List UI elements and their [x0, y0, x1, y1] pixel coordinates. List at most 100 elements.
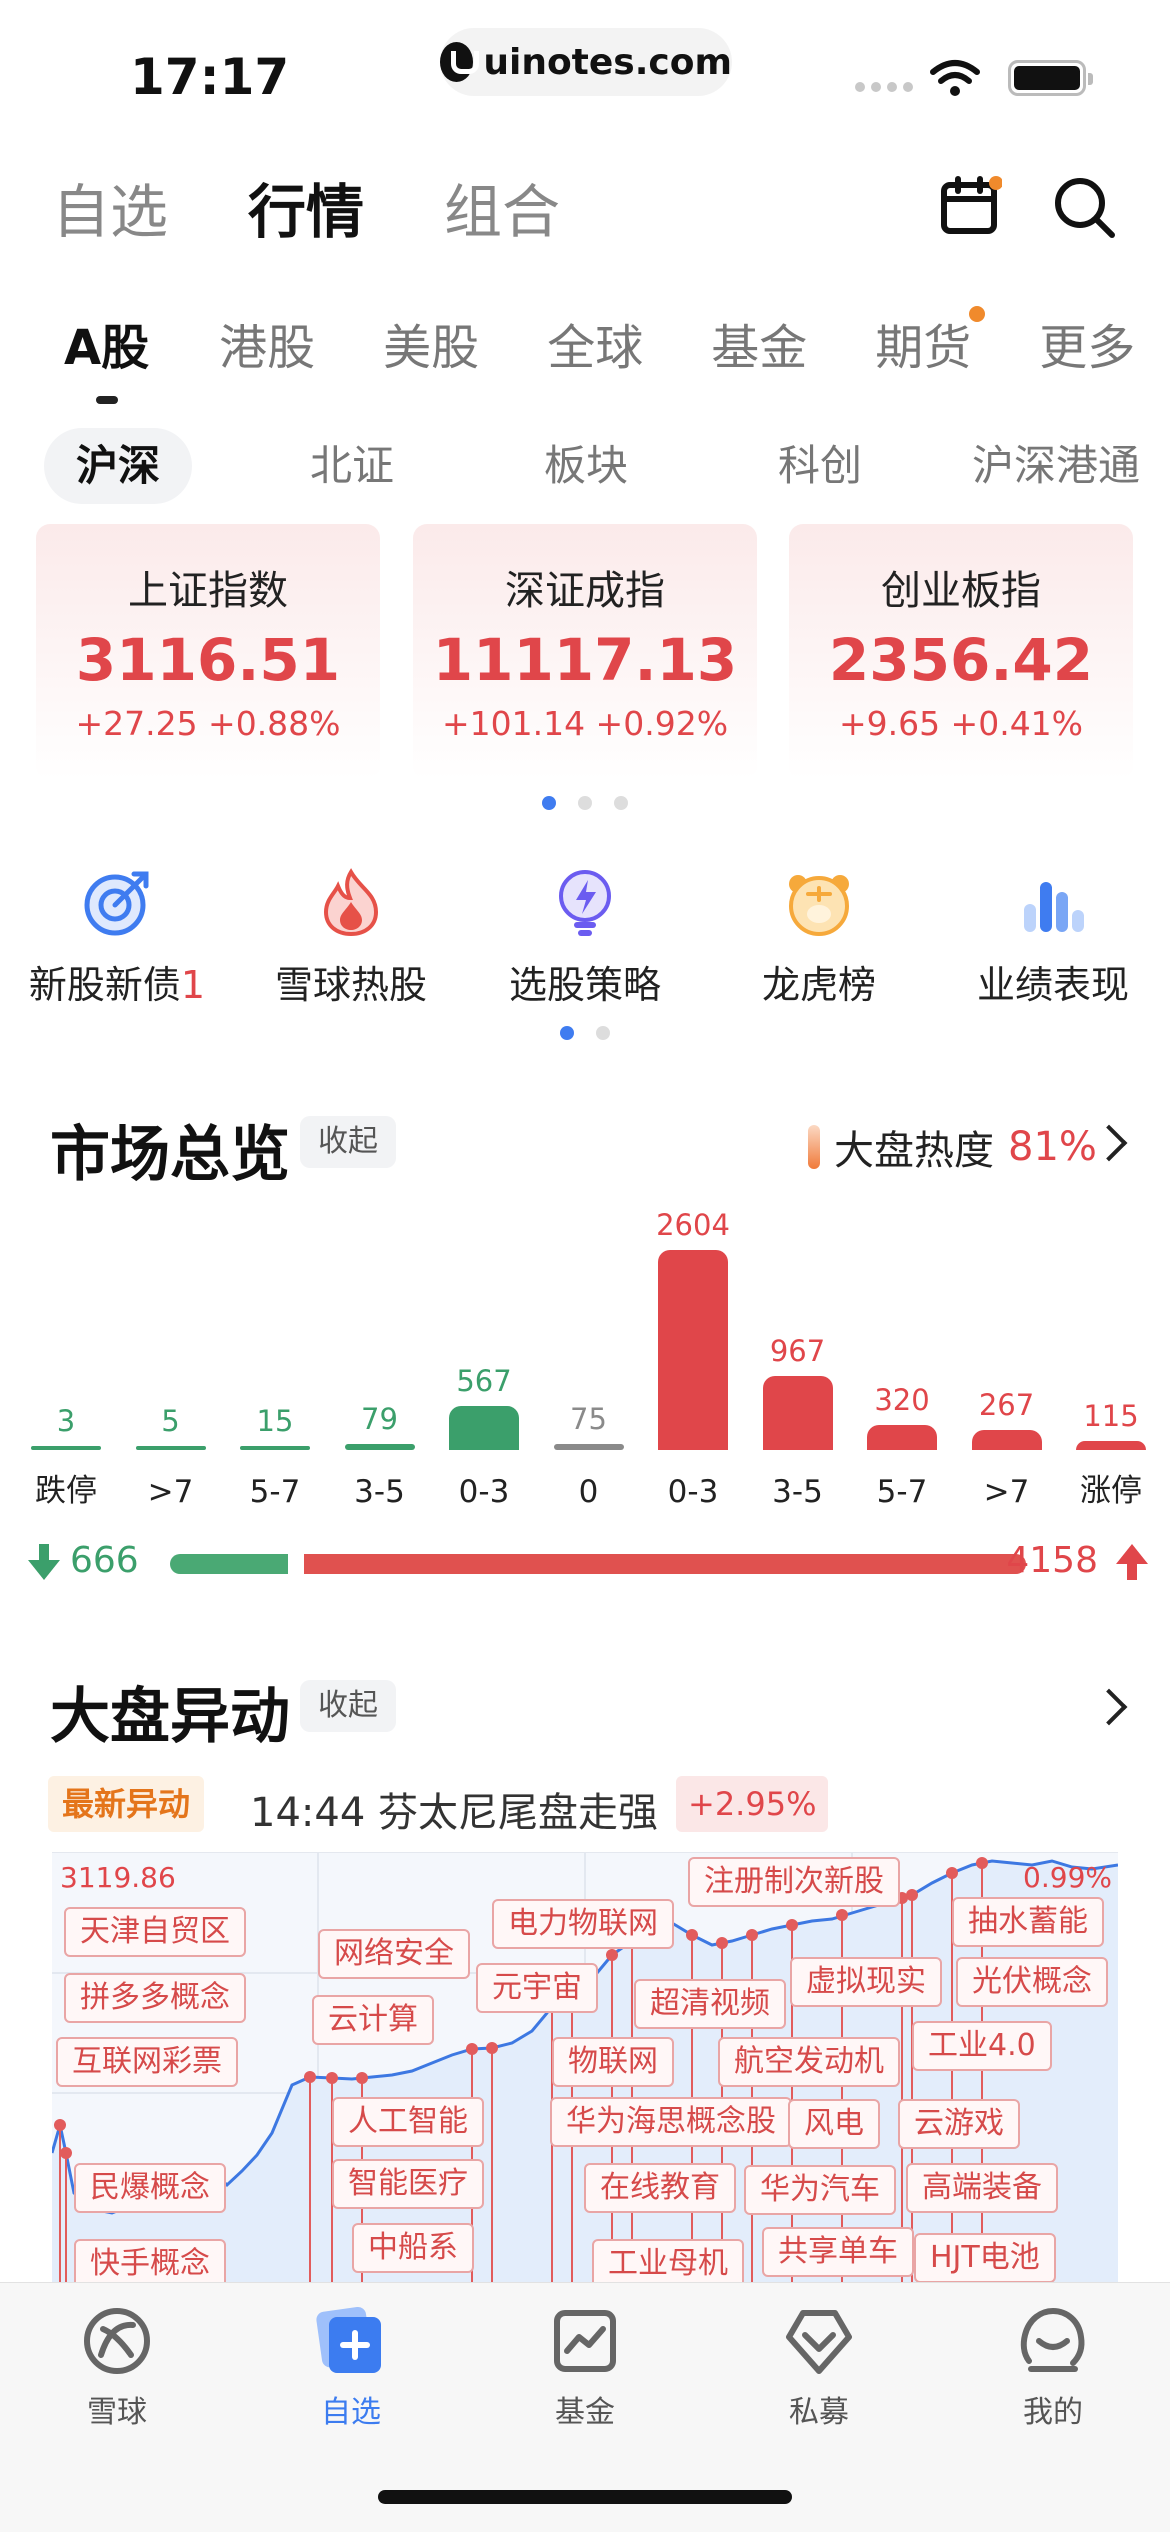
quick-pager — [560, 1026, 610, 1040]
tab-more[interactable]: 更多 — [1039, 308, 1135, 378]
pager-dot — [542, 796, 556, 810]
concept-tag[interactable]: 共享单车 — [762, 2227, 914, 2277]
distribution-bar — [240, 1446, 310, 1450]
concept-tag[interactable]: 快手概念 — [74, 2239, 226, 2282]
concept-tag[interactable]: 中船系 — [352, 2223, 474, 2273]
tab-fund[interactable]: 基金 — [711, 308, 807, 378]
concept-tag[interactable]: 物联网 — [552, 2037, 674, 2087]
search-icon[interactable] — [1052, 175, 1118, 241]
chevron-right-icon[interactable] — [1090, 1688, 1128, 1726]
concept-tag[interactable]: 工业母机 — [592, 2239, 744, 2282]
latest-movement-text[interactable]: 14:44 芬太尼尾盘走强 — [250, 1780, 658, 1838]
concept-tag[interactable]: 高端装备 — [906, 2163, 1058, 2213]
index-card-sz[interactable]: 深证成指 11117.13 +101.14 +0.92% — [413, 524, 757, 780]
concept-tag[interactable]: 云计算 — [312, 1995, 434, 2045]
tab-futures[interactable]: 期货 — [875, 306, 986, 378]
concept-tag[interactable]: 民爆概念 — [74, 2163, 226, 2213]
concept-tag[interactable]: 虚拟现实 — [790, 1957, 942, 2007]
concept-tag[interactable]: 互联网彩票 — [56, 2037, 238, 2087]
concept-tag[interactable]: 注册制次新股 — [688, 1857, 900, 1907]
top-nav-watchlist[interactable]: 自选 — [52, 165, 168, 249]
quick-strategy[interactable]: 选股策略 — [468, 868, 702, 1009]
distribution-category: 0-3 — [458, 1474, 510, 1510]
bar-chart-icon — [1024, 882, 1084, 932]
distribution-value: 2604 — [656, 1208, 730, 1242]
concept-tag[interactable]: 云游戏 — [898, 2099, 1020, 2149]
collapse-button[interactable]: 收起 — [300, 1680, 396, 1732]
concept-tag[interactable]: 元宇宙 — [476, 1963, 598, 2013]
concept-tag[interactable]: 超清视频 — [634, 1979, 786, 2029]
pager-dot — [596, 1026, 610, 1040]
quick-label: 选股策略 — [508, 963, 661, 1007]
top-nav-portfolio[interactable]: 组合 — [444, 165, 560, 249]
latest-movement-change: +2.95% — [676, 1776, 829, 1832]
intraday-movement-chart[interactable]: 3119.86 0.99% 天津自贸区 拼多多概念 互联网彩票 民爆概念 快手概… — [52, 1852, 1118, 2282]
tab-label: 雪球 — [87, 2395, 147, 2430]
tab-global[interactable]: 全球 — [547, 308, 643, 378]
concept-tag[interactable]: 光伏概念 — [956, 1957, 1108, 2007]
tab-hk[interactable]: 港股 — [219, 308, 315, 378]
sub-tab-connect[interactable]: 沪深港通 — [972, 428, 1140, 504]
tab-us[interactable]: 美股 — [383, 308, 479, 378]
market-heat[interactable]: 大盘热度 81% — [808, 1118, 1097, 1176]
collapse-button[interactable]: 收起 — [300, 1116, 396, 1168]
concept-tag[interactable]: 抽水蓄能 — [952, 1897, 1104, 1947]
concept-tag[interactable]: 华为汽车 — [744, 2165, 896, 2215]
distribution-bar — [1076, 1441, 1146, 1450]
chart-high-label: 3119.86 — [60, 1861, 176, 1894]
distribution-category: >7 — [147, 1474, 194, 1510]
index-card-sh[interactable]: 上证指数 3116.51 +27.25 +0.88% — [36, 524, 380, 780]
concept-tag[interactable]: 天津自贸区 — [64, 1907, 246, 1957]
concept-tag[interactable]: 电力物联网 — [492, 1899, 674, 1949]
profile-icon — [1020, 2307, 1085, 2372]
concept-tag[interactable]: 风电 — [788, 2099, 880, 2149]
top-nav-market[interactable]: 行情 — [248, 165, 364, 249]
tab-fund[interactable]: 基金 — [468, 2305, 702, 2431]
tab-a-share[interactable]: A股 — [64, 308, 149, 404]
index-card-cyb[interactable]: 创业板指 2356.42 +9.65 +0.41% — [789, 524, 1133, 780]
quick-hot-stocks[interactable]: 雪球热股 — [234, 868, 468, 1009]
chart-pct-label: 0.99% — [1023, 1861, 1112, 1894]
concept-tag[interactable]: HJT电池 — [914, 2233, 1056, 2282]
tab-label: 自选 — [321, 2395, 381, 2430]
heat-gauge-icon — [808, 1125, 820, 1169]
sub-tab-star[interactable]: 科创 — [778, 428, 862, 504]
quick-dragon-tiger[interactable]: 龙虎榜 — [702, 868, 936, 1009]
url-pill[interactable]: uinotes.com — [440, 28, 732, 96]
sub-tab-bj[interactable]: 北证 — [310, 428, 394, 504]
concept-tag[interactable]: 拼多多概念 — [64, 1973, 246, 2023]
calendar-icon[interactable] — [940, 175, 1002, 235]
flame-icon — [323, 868, 379, 937]
quick-label: 业绩表现 — [976, 963, 1129, 1007]
distribution-column: 567 0-3 — [449, 1190, 519, 1510]
distribution-column: 967 3-5 — [762, 1190, 833, 1510]
futures-dot-badge — [969, 306, 986, 322]
sub-tab-shsz[interactable]: 沪深 — [44, 428, 193, 504]
concept-tag[interactable]: 人工智能 — [332, 2097, 484, 2147]
concept-tag[interactable]: 网络安全 — [318, 1929, 470, 1979]
concept-tag[interactable]: 华为海思概念股 — [550, 2097, 792, 2147]
tab-snowball[interactable]: 雪球 — [0, 2305, 234, 2431]
fund-chart-icon — [554, 2310, 616, 2372]
tiger-icon — [789, 875, 849, 936]
concept-tag[interactable]: 工业4.0 — [912, 2021, 1052, 2071]
tab-me[interactable]: 我的 — [936, 2305, 1170, 2431]
url-text: uinotes.com — [483, 41, 732, 83]
status-time: 17:17 — [130, 48, 290, 106]
quick-label: 雪球热股 — [274, 963, 427, 1007]
quick-new-ipo[interactable]: 新股新债1 — [0, 868, 234, 1009]
snowball-icon — [84, 2308, 150, 2374]
concept-tag[interactable]: 智能医疗 — [332, 2159, 484, 2209]
concept-tag[interactable]: 在线教育 — [584, 2163, 736, 2213]
concept-tag[interactable]: 航空发动机 — [718, 2037, 900, 2087]
index-name: 上证指数 — [128, 568, 288, 614]
quick-label: 龙虎榜 — [761, 963, 876, 1007]
index-value: 11117.13 — [432, 626, 738, 694]
quick-earnings[interactable]: 业绩表现 — [936, 868, 1170, 1009]
distribution-category: 跌停 — [35, 1473, 97, 1509]
tab-label: 我的 — [1023, 2395, 1083, 2430]
tab-private-fund[interactable]: 私募 — [702, 2305, 936, 2431]
tab-watchlist[interactable]: 自选 — [234, 2305, 468, 2431]
sub-tab-sector[interactable]: 板块 — [544, 428, 628, 504]
distribution-column: 15 5-7 — [240, 1190, 310, 1510]
